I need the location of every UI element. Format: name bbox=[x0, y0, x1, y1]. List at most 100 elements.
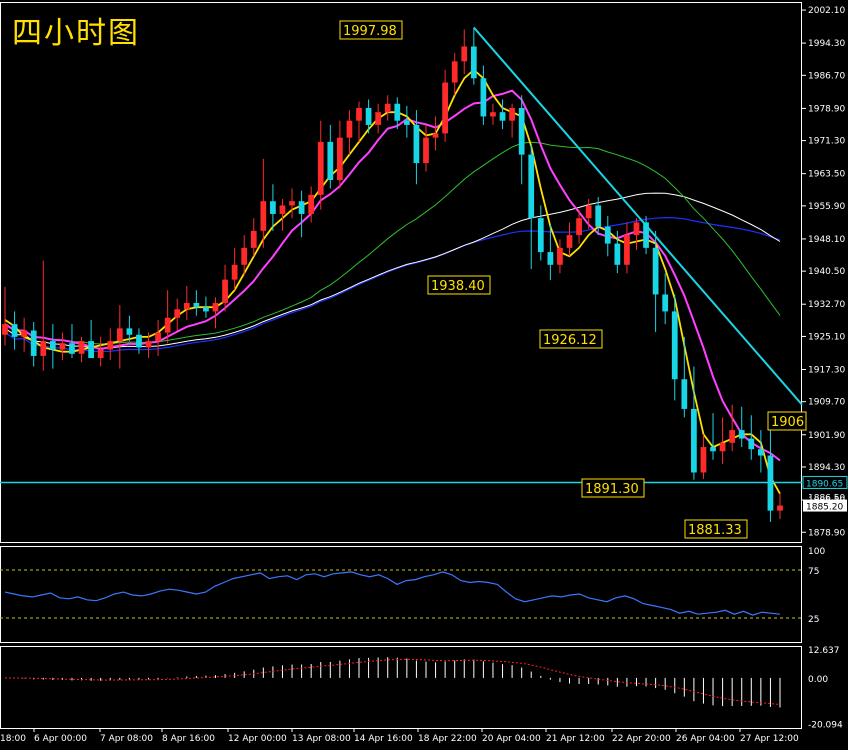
candle-body bbox=[78, 341, 85, 354]
candle-body bbox=[394, 103, 401, 121]
candle-body bbox=[442, 82, 448, 134]
x-tick-label: 26 Apr 04:00 bbox=[676, 734, 735, 744]
candle-body bbox=[21, 330, 28, 337]
candle-body bbox=[480, 78, 487, 117]
rsi-panel-frame bbox=[0, 546, 802, 643]
candle-body bbox=[738, 430, 745, 439]
candle-body bbox=[490, 112, 496, 117]
y-tick-label: 1948.10 bbox=[808, 235, 845, 245]
candle-body bbox=[327, 141, 334, 181]
candle-body bbox=[308, 194, 315, 214]
candle-body bbox=[241, 247, 248, 265]
candle-body bbox=[164, 317, 171, 333]
candle-body bbox=[11, 324, 18, 337]
candle-body bbox=[289, 201, 295, 206]
rsi-tick-label: 100 bbox=[808, 547, 825, 557]
macd-signal-line bbox=[4, 658, 781, 705]
candle-body bbox=[203, 307, 209, 312]
y-tick-label: 1963.50 bbox=[808, 170, 845, 180]
candle-body bbox=[470, 46, 477, 79]
candle-body bbox=[107, 341, 114, 350]
candle-body bbox=[624, 235, 630, 265]
current-price-label: 1885.20 bbox=[806, 503, 843, 513]
candle-body bbox=[356, 107, 362, 121]
candle-body bbox=[222, 279, 228, 303]
candle-body bbox=[69, 343, 75, 354]
candle-body bbox=[547, 252, 554, 265]
y-tick-label: 1986.70 bbox=[808, 71, 845, 81]
candle-body bbox=[757, 449, 764, 456]
candle-body bbox=[365, 107, 372, 125]
candle-body bbox=[88, 341, 94, 359]
macd-panel-frame bbox=[0, 646, 802, 729]
candle-body bbox=[595, 205, 602, 227]
candle-body bbox=[748, 438, 755, 450]
x-tick-label: 18 Apr 22:00 bbox=[418, 734, 477, 744]
price-annotation-label: 1891.30 bbox=[585, 482, 639, 497]
candle-body bbox=[136, 334, 142, 348]
candle-body bbox=[729, 430, 736, 443]
x-tick-label: 7 Apr 08:00 bbox=[100, 734, 153, 744]
candle-body bbox=[174, 309, 181, 318]
candle-body bbox=[155, 332, 161, 342]
candle-body bbox=[337, 137, 343, 181]
candle-body bbox=[509, 107, 515, 121]
candle-body bbox=[193, 302, 200, 308]
x-tick-label: 27 Apr 12:00 bbox=[740, 734, 799, 744]
candle-body bbox=[30, 330, 37, 356]
candle-body bbox=[557, 247, 563, 265]
x-tick-label: 6 Apr 00:00 bbox=[34, 734, 87, 744]
rsi-tick-label: 75 bbox=[808, 567, 819, 577]
candle-body bbox=[585, 205, 592, 219]
rsi-line bbox=[4, 571, 781, 616]
candle-body bbox=[633, 222, 640, 236]
candle-body bbox=[566, 235, 573, 248]
candlestick-chart: 2002.10 1994.30 1986.70 1978.90 1971.30 1963.… bbox=[0, 2, 848, 744]
candle-body bbox=[346, 120, 353, 138]
candle-body bbox=[423, 137, 429, 164]
y-tick-label: 1909.70 bbox=[808, 398, 845, 408]
y-tick-label: 1901.90 bbox=[808, 431, 845, 441]
candle-body bbox=[270, 201, 276, 214]
trendline bbox=[473, 26, 803, 406]
x-tick-label: 12 Apr 00:00 bbox=[228, 734, 287, 744]
y-tick-label: 1955.90 bbox=[808, 202, 845, 212]
y-tick-label: 1917.30 bbox=[808, 365, 845, 375]
support-price-label: 1890.65 bbox=[806, 479, 843, 489]
candle-body bbox=[614, 243, 621, 265]
candle-body bbox=[97, 349, 104, 359]
y-tick-label: 2002.10 bbox=[808, 6, 845, 16]
candle-body bbox=[59, 343, 66, 350]
candle-body bbox=[461, 46, 468, 62]
candle-body bbox=[260, 201, 267, 231]
candle-body bbox=[40, 341, 47, 356]
candle-body bbox=[662, 294, 669, 312]
candle-body bbox=[279, 205, 286, 214]
macd-tick-label: 0.00 bbox=[808, 675, 828, 685]
candle-body bbox=[2, 324, 8, 335]
candle-body bbox=[681, 379, 688, 409]
y-tick-label: 1978.90 bbox=[808, 104, 845, 114]
candle-body bbox=[432, 133, 439, 138]
candle-body bbox=[250, 230, 257, 248]
price-annotation-label: 1881.33 bbox=[688, 523, 742, 538]
candle-body bbox=[719, 442, 726, 452]
candle-body bbox=[451, 61, 458, 83]
candle-body bbox=[777, 505, 783, 511]
x-tick-label: 21 Apr 12:00 bbox=[546, 734, 605, 744]
candle-body bbox=[403, 120, 410, 125]
price-annotation-label: 1997.98 bbox=[343, 24, 397, 39]
y-tick-label: 1932.70 bbox=[808, 300, 845, 310]
x-tick-label: 20 Apr 04:00 bbox=[482, 734, 541, 744]
candle-body bbox=[518, 107, 525, 155]
candle-body bbox=[375, 112, 382, 125]
candle-body bbox=[298, 201, 305, 214]
price-annotation-label: 1926.12 bbox=[543, 333, 597, 348]
candle-body bbox=[116, 328, 123, 342]
ma-line-green bbox=[4, 141, 781, 345]
candle-body bbox=[700, 447, 707, 473]
candle-body bbox=[183, 302, 190, 310]
candle-body bbox=[145, 341, 152, 348]
x-tick-label: 13 Apr 08:00 bbox=[292, 734, 351, 744]
candle-body bbox=[652, 247, 659, 295]
